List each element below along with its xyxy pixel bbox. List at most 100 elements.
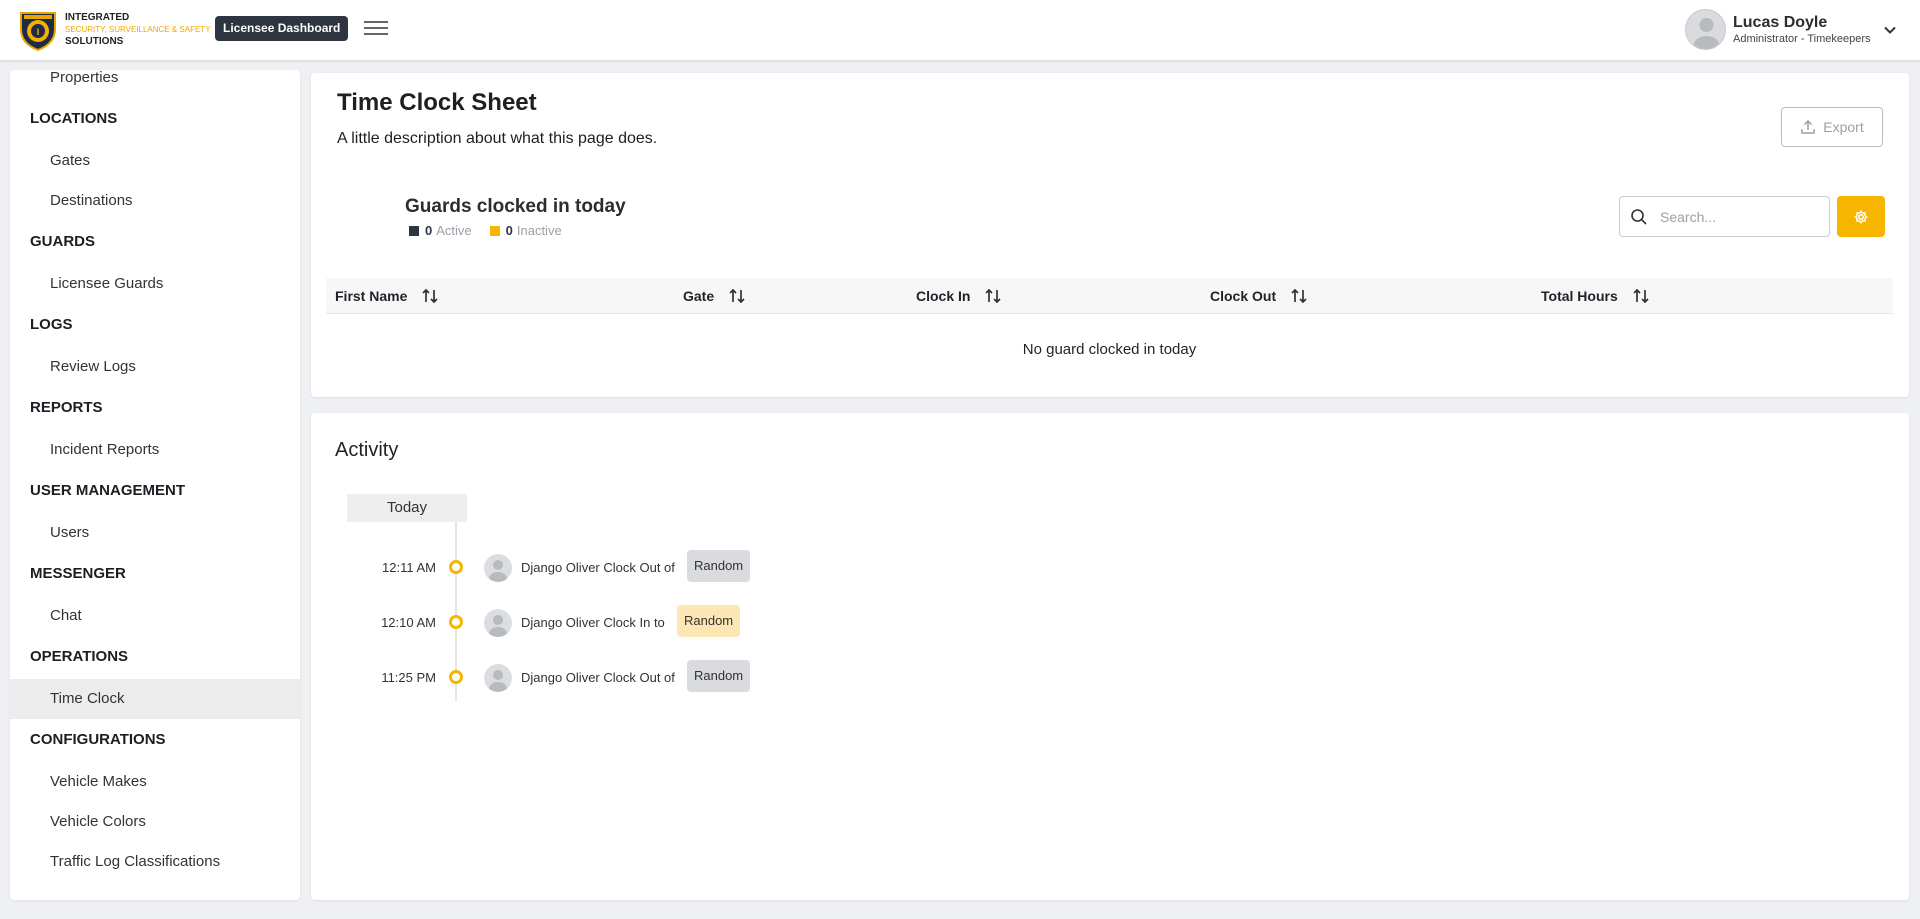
table-header: First Name Gate Clock In Clock Out Total… [326, 278, 1893, 314]
sidebar-item-destinations[interactable]: Destinations [10, 181, 300, 221]
avatar [484, 554, 512, 582]
logo-mid-text: SECURITY, SURVEILLANCE & SAFETY [65, 25, 211, 34]
sidebar-item-vehicle-makes[interactable]: Vehicle Makes [10, 762, 300, 802]
activity-time: 12:11 AM [382, 560, 436, 575]
gear-icon [1854, 210, 1868, 223]
user-info: Lucas Doyle Administrator - Timekeepers [1733, 14, 1871, 45]
sidebar-item-label: Traffic Log Classifications [50, 853, 221, 870]
inactive-label: Inactive [516, 223, 562, 238]
column-header-total-hours[interactable]: Total Hours [1541, 278, 1650, 314]
sidebar-item-label: Licensee Guards [50, 275, 164, 292]
sidebar: Properties LOCATIONS Gates Destinations … [10, 70, 300, 900]
column-label: Clock Out [1210, 288, 1277, 304]
page-description: A little description about what this pag… [337, 130, 658, 147]
sidebar-item-vehicle-colors[interactable]: Vehicle Colors [10, 802, 300, 842]
sidebar-item-label: Destinations [50, 192, 133, 209]
logo-bottom-text: SOLUTIONS [65, 36, 124, 47]
sidebar-section-messenger: MESSENGER [30, 565, 126, 582]
avatar [484, 664, 512, 692]
user-role: Administrator - Timekeepers [1733, 33, 1871, 45]
time-clock-card: Time Clock Sheet A little description ab… [311, 73, 1909, 397]
sidebar-item-properties[interactable]: Properties [10, 70, 300, 98]
table-empty-message: No guard clocked in today [1022, 341, 1197, 358]
activity-card: Activity Today 12:11 AM Django Oliver Cl… [311, 413, 1909, 900]
column-header-first-name[interactable]: First Name [335, 278, 439, 314]
column-label: Total Hours [1541, 288, 1618, 304]
sidebar-section-reports: REPORTS [30, 399, 103, 416]
activity-entry: 12:11 AM Django Oliver Clock Out of Rand… [311, 550, 911, 586]
sidebar-item-label: Chat [50, 607, 82, 624]
shield-logo-icon: I [20, 12, 56, 51]
activity-time: 11:25 PM [381, 670, 436, 685]
location-tag[interactable]: Random [687, 550, 751, 582]
column-label: Gate [683, 288, 715, 304]
sort-icon [422, 288, 438, 304]
chevron-down-icon[interactable] [1883, 23, 1897, 37]
upload-icon [1801, 119, 1816, 134]
user-silhouette-icon [489, 560, 507, 582]
activity-entry: 12:10 AM Django Oliver Clock In to Rando… [311, 605, 911, 641]
active-label: Active [436, 223, 472, 238]
hamburger-icon[interactable] [364, 18, 388, 38]
avatar [484, 609, 512, 637]
sidebar-item-licensee-guards[interactable]: Licensee Guards [10, 264, 300, 304]
sort-icon [985, 288, 1002, 304]
sidebar-section-locations: LOCATIONS [30, 110, 118, 127]
sort-icon [1633, 288, 1649, 304]
activity-text: Django Oliver Clock Out of [521, 560, 675, 575]
activity-title: Activity [335, 439, 399, 461]
guards-legend: 0 Active 0 Inactive [409, 223, 580, 238]
column-header-gate[interactable]: Gate [683, 278, 746, 314]
top-header: I INTEGRATED SECURITY, SURVEILLANCE & SA… [0, 0, 1920, 60]
export-button[interactable]: Export [1781, 107, 1883, 147]
activity-text: Django Oliver Clock Out of [521, 670, 675, 685]
activity-text: Django Oliver Clock In to [521, 615, 665, 630]
location-tag[interactable]: Random [687, 660, 751, 692]
avatar [1685, 9, 1726, 50]
page-title: Time Clock Sheet [337, 89, 537, 116]
settings-button[interactable] [1837, 196, 1885, 237]
sort-icon [1291, 288, 1307, 304]
guards-section-title: Guards clocked in today [405, 196, 626, 217]
sidebar-section-configurations: CONFIGURATIONS [30, 731, 166, 748]
active-legend-swatch [409, 225, 419, 236]
svg-text:I: I [37, 27, 40, 37]
user-menu[interactable]: Lucas Doyle Administrator - Timekeepers [1685, 9, 1897, 50]
column-header-clock-out[interactable]: Clock Out [1210, 278, 1308, 314]
active-count: 0 [425, 223, 433, 238]
search-box[interactable] [1619, 196, 1830, 237]
sidebar-item-label: Incident Reports [50, 441, 160, 458]
sidebar-item-time-clock[interactable]: Time Clock [10, 679, 300, 719]
search-input[interactable] [1660, 208, 1820, 225]
sidebar-section-logs: LOGS [30, 316, 73, 333]
sidebar-item-label: Properties [50, 70, 119, 86]
dashboard-badge[interactable]: Licensee Dashboard [215, 16, 349, 41]
sidebar-item-gates[interactable]: Gates [10, 141, 300, 181]
user-name: Lucas Doyle [1733, 14, 1828, 31]
inactive-count: 0 [505, 223, 513, 238]
column-header-clock-in[interactable]: Clock In [916, 278, 1002, 314]
sidebar-item-incident-reports[interactable]: Incident Reports [10, 430, 300, 470]
export-label: Export [1823, 119, 1864, 135]
sidebar-section-guards: GUARDS [30, 233, 96, 250]
sidebar-item-users[interactable]: Users [10, 513, 300, 553]
user-silhouette-icon [1693, 18, 1720, 49]
logo-text: INTEGRATED SECURITY, SURVEILLANCE & SAFE… [65, 12, 211, 48]
sidebar-item-chat[interactable]: Chat [10, 596, 300, 636]
sidebar-item-label: Review Logs [50, 358, 136, 375]
sort-icon [729, 288, 745, 304]
inactive-legend-swatch [489, 225, 500, 236]
location-tag[interactable]: Random [677, 605, 741, 637]
user-silhouette-icon [489, 670, 507, 692]
company-logo[interactable]: I INTEGRATED SECURITY, SURVEILLANCE & SA… [18, 9, 211, 51]
sidebar-item-traffic-log-classifications[interactable]: Traffic Log Classifications [10, 842, 300, 882]
activity-time: 12:10 AM [381, 615, 436, 630]
sidebar-section-user-management: USER MANAGEMENT [30, 482, 186, 499]
column-label: Clock In [916, 288, 971, 304]
sidebar-item-label: Vehicle Makes [50, 773, 147, 790]
sidebar-item-label: Time Clock [50, 690, 125, 707]
logo-top-text: INTEGRATED [65, 12, 130, 23]
timeline-dot [449, 615, 463, 629]
search-icon [1631, 208, 1647, 225]
sidebar-item-review-logs[interactable]: Review Logs [10, 347, 300, 387]
